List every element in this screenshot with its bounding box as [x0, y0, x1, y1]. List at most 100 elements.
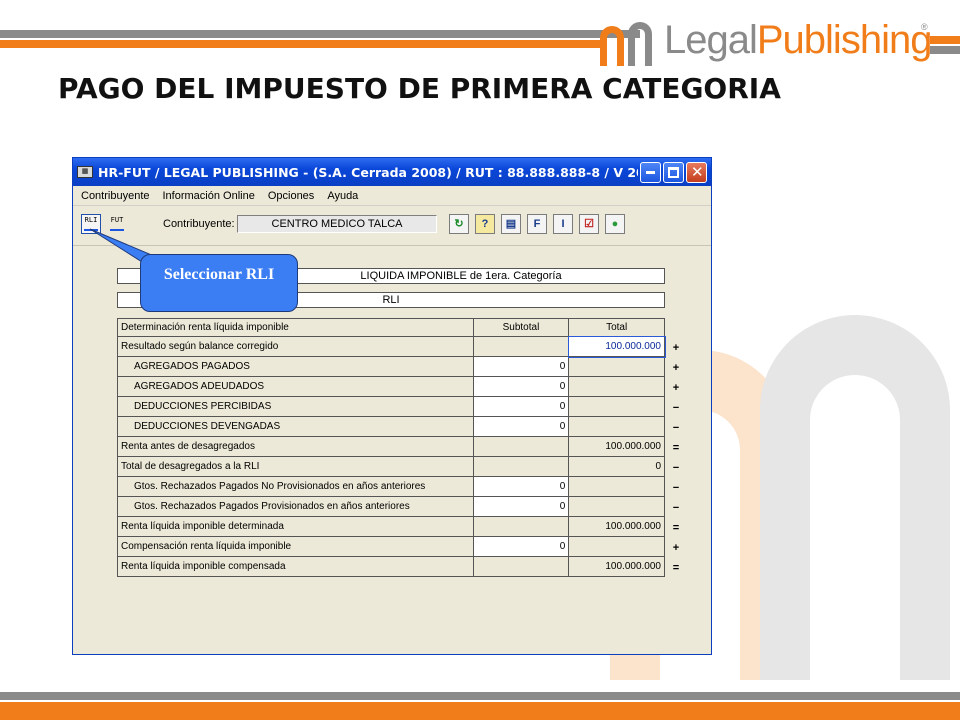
- row-label: DEDUCCIONES PERCIBIDAS: [117, 396, 474, 417]
- i-icon: I: [561, 218, 565, 230]
- slide-title: PAGO DEL IMPUESTO DE PRIMERA CATEGORIA: [58, 72, 781, 105]
- help-button[interactable]: ?: [475, 214, 495, 234]
- menu-bar: Contribuyente Información Online Opcione…: [73, 186, 711, 206]
- bottom-gray-bar: [0, 692, 960, 700]
- sign-column: + + + − − = − − − = + =: [669, 338, 683, 578]
- row-subtotal-input[interactable]: 0: [472, 376, 570, 397]
- menu-opciones[interactable]: Opciones: [268, 190, 314, 202]
- top-orange-bar: [0, 40, 600, 48]
- logo-orange-bar: [930, 36, 960, 44]
- row-subtotal-input[interactable]: 0: [472, 396, 570, 417]
- window-titlebar[interactable]: ▦ HR-FUT / LEGAL PUBLISHING - (S.A. Cerr…: [73, 158, 711, 186]
- row-sign: =: [672, 522, 680, 534]
- row-total: 100.000.000: [568, 556, 665, 577]
- menu-informacion-online[interactable]: Información Online: [163, 190, 255, 202]
- refresh-icon: ↻: [454, 218, 464, 230]
- row-label: Total de desagregados a la RLI: [117, 456, 474, 477]
- row-sign: +: [672, 362, 680, 374]
- contribuyente-field[interactable]: CENTRO MEDICO TALCA: [237, 215, 437, 233]
- row-label: Gtos. Rechazados Pagados Provisionados e…: [117, 496, 474, 517]
- row-label: Resultado según balance corregido: [117, 336, 474, 357]
- row-label: Renta líquida imponible determinada: [117, 516, 474, 537]
- row-sign: −: [672, 422, 680, 434]
- row-sign: −: [672, 402, 680, 414]
- minimize-icon: [646, 170, 655, 174]
- row-label: AGREGADOS PAGADOS: [117, 356, 474, 377]
- table-row: Renta antes de desagregados 100.000.000: [117, 436, 665, 457]
- row-label: Renta antes de desagregados: [117, 436, 474, 457]
- app-icon: ▦: [77, 166, 93, 178]
- row-sign: −: [672, 502, 680, 514]
- maximize-icon: [668, 166, 679, 178]
- row-subtotal: [472, 516, 570, 537]
- logo-gray-bar: [930, 46, 960, 54]
- row-subtotal: [472, 556, 570, 577]
- row-label: DEDUCCIONES DEVENGADAS: [117, 416, 474, 437]
- row-subtotal-input[interactable]: 0: [472, 416, 570, 437]
- row-subtotal-input[interactable]: 0: [472, 536, 570, 557]
- table-row: Compensación renta líquida imponible 0: [117, 536, 665, 557]
- maximize-button[interactable]: [663, 161, 684, 183]
- close-icon: ✕: [691, 162, 704, 181]
- row-subtotal: [472, 336, 570, 357]
- row-subtotal: [472, 456, 570, 477]
- help-icon: ?: [481, 218, 489, 230]
- row-sign: =: [672, 442, 680, 454]
- window-title: HR-FUT / LEGAL PUBLISHING - (S.A. Cerrad…: [98, 164, 638, 180]
- menu-contribuyente[interactable]: Contribuyente: [81, 190, 150, 202]
- logo-registered-mark: ®: [921, 22, 928, 32]
- table-row: DEDUCCIONES DEVENGADAS 0: [117, 416, 665, 437]
- row-sign: +: [672, 342, 680, 354]
- row-subtotal: [472, 436, 570, 457]
- i-button[interactable]: I: [553, 214, 573, 234]
- checklist-icon: ☑: [584, 218, 594, 230]
- table-row: Gtos. Rechazados Pagados No Provisionado…: [117, 476, 665, 497]
- row-subtotal-input[interactable]: 0: [472, 356, 570, 377]
- table-row: Gtos. Rechazados Pagados Provisionados e…: [117, 496, 665, 517]
- row-sign: −: [672, 462, 680, 474]
- table-row: Total de desagregados a la RLI 0: [117, 456, 665, 477]
- row-subtotal-input[interactable]: 0: [472, 476, 570, 497]
- row-sign: =: [672, 562, 680, 574]
- row-subtotal-input[interactable]: 0: [472, 496, 570, 517]
- row-label: Renta líquida imponible compensada: [117, 556, 474, 577]
- table-row: Renta líquida imponible compensada 100.0…: [117, 556, 665, 577]
- row-total-input[interactable]: 100.000.000: [567, 335, 666, 358]
- f-icon: F: [533, 218, 541, 230]
- column-header-subtotal: Subtotal: [472, 318, 570, 337]
- top-gray-bar: [0, 30, 640, 38]
- row-total: [568, 496, 665, 517]
- refresh-button[interactable]: ↻: [449, 214, 469, 234]
- panel-header-liquida-text: LIQUIDA IMPONIBLE de 1era. Categoría: [360, 270, 562, 282]
- exit-icon: ●: [611, 218, 619, 230]
- minimize-button[interactable]: [640, 161, 661, 183]
- row-total: [568, 376, 665, 397]
- row-total: 100.000.000: [568, 436, 665, 457]
- callout-seleccionar-rli: Seleccionar RLI: [140, 254, 298, 312]
- row-sign: +: [672, 542, 680, 554]
- table-row: AGREGADOS ADEUDADOS 0: [117, 376, 665, 397]
- table-row: Resultado según balance corregido 100.00…: [117, 335, 666, 358]
- row-label: Compensación renta líquida imponible: [117, 536, 474, 557]
- close-button[interactable]: ✕: [686, 161, 707, 183]
- row-total: 0: [568, 456, 665, 477]
- row-sign: −: [672, 482, 680, 494]
- row-total: [568, 416, 665, 437]
- document-icon: ▤: [505, 218, 517, 230]
- document-button[interactable]: ▤: [501, 214, 521, 234]
- row-total: 100.000.000: [568, 516, 665, 537]
- column-header-determinacion: Determinación renta líquida imponible: [117, 318, 474, 337]
- table-header-row: Determinación renta líquida imponible Su…: [117, 318, 665, 337]
- f-button[interactable]: F: [527, 214, 547, 234]
- menu-ayuda[interactable]: Ayuda: [327, 190, 358, 202]
- row-total: [568, 536, 665, 557]
- row-label: AGREGADOS ADEUDADOS: [117, 376, 474, 397]
- checklist-button[interactable]: ☑: [579, 214, 599, 234]
- row-total: [568, 476, 665, 497]
- row-label: Gtos. Rechazados Pagados No Provisionado…: [117, 476, 474, 497]
- exit-button[interactable]: ●: [605, 214, 625, 234]
- rli-table: Determinación renta líquida imponible Su…: [117, 318, 666, 577]
- table-row: DEDUCCIONES PERCIBIDAS 0: [117, 396, 665, 417]
- table-row: Renta líquida imponible determinada 100.…: [117, 516, 665, 537]
- column-header-total: Total: [568, 318, 665, 337]
